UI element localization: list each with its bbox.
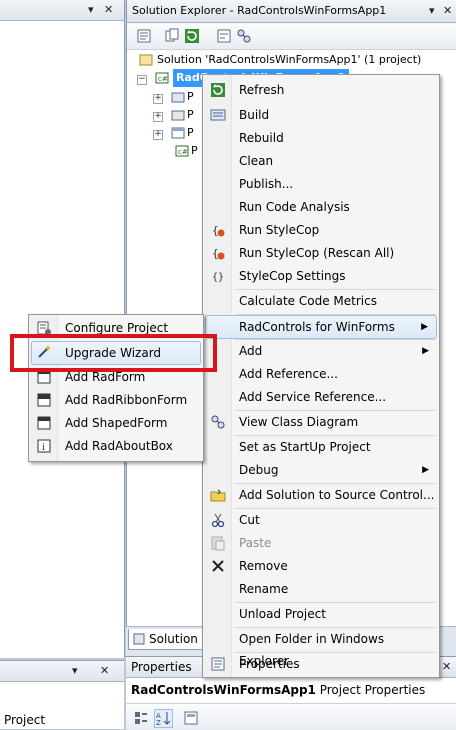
tree-child-label[interactable]: P <box>187 124 194 142</box>
menu-item-paste[interactable]: Paste <box>205 532 437 554</box>
property-pages-icon[interactable] <box>182 709 201 728</box>
build-icon <box>210 107 226 123</box>
shaped-form-icon <box>36 415 52 431</box>
project-tab-label[interactable]: Project <box>4 713 45 727</box>
properties-icon[interactable] <box>135 27 154 46</box>
menu-item-refresh[interactable]: Refresh <box>205 79 437 101</box>
highlight-annotation-box <box>10 334 217 372</box>
left-bottom-close-button[interactable]: ✕ <box>100 661 109 681</box>
references-expand-toggle[interactable]: + <box>153 112 163 122</box>
svg-text:Z: Z <box>156 719 161 726</box>
left-panel-close-button[interactable]: ✕ <box>104 0 113 20</box>
refresh-icon[interactable] <box>183 27 202 46</box>
properties-object-selector[interactable]: RadControlsWinFormsApp1 Project Properti… <box>131 683 425 697</box>
solution-explorer-dropdown-button[interactable]: ▾ <box>429 1 435 21</box>
form-file-icon <box>171 127 185 139</box>
references-icon <box>171 109 185 121</box>
left-bottom-panel: ▾ ✕ Project <box>0 660 124 729</box>
left-bottom-titlebar: ▾ ✕ <box>0 661 124 682</box>
svg-text:{}: {} <box>212 272 224 283</box>
menu-item-run-stylecop[interactable]: { Run StyleCop <box>205 219 437 241</box>
info-icon: i <box>36 438 52 454</box>
menu-item-add[interactable]: Add ▶ <box>205 340 437 362</box>
svg-text:{: { <box>212 247 219 260</box>
scissors-icon <box>210 512 226 528</box>
svg-text:c#: c# <box>178 148 188 156</box>
refresh-icon <box>210 82 226 98</box>
submenu-item-add-shapedform[interactable]: Add ShapedForm <box>31 412 201 434</box>
categorized-icon[interactable] <box>132 709 151 728</box>
tab-solution-explorer-label: Solution E <box>149 632 210 646</box>
solution-explorer-title: Solution Explorer - RadControlsWinFormsA… <box>132 4 387 17</box>
properties-title: Properties <box>131 660 192 674</box>
properties-close-button[interactable]: ✕ <box>442 657 451 677</box>
solution-node-label[interactable]: Solution 'RadControlsWinFormsApp1' (1 pr… <box>157 51 421 69</box>
properties-folder-icon <box>171 91 185 103</box>
menu-item-radcontrols-winforms[interactable]: RadControls for WinForms ▶ <box>205 315 437 339</box>
menu-item-calculate-code-metrics[interactable]: Calculate Code Metrics <box>205 290 437 312</box>
view-code-icon[interactable] <box>215 27 234 46</box>
properties-object-type: Project Properties <box>319 683 426 697</box>
source-control-icon <box>210 487 226 503</box>
menu-item-run-stylecop-rescan[interactable]: { Run StyleCop (Rescan All) <box>205 242 437 264</box>
svg-text:c#: c# <box>158 75 168 83</box>
tree-child-label[interactable]: P <box>187 88 194 106</box>
alphabetical-icon[interactable]: AZ <box>154 709 173 728</box>
solution-explorer-tab-icon <box>133 633 145 645</box>
form-expand-toggle[interactable]: + <box>153 130 163 140</box>
tree-child-label[interactable]: P <box>187 106 194 124</box>
solution-icon <box>139 54 153 66</box>
menu-item-run-code-analysis[interactable]: Run Code Analysis <box>205 196 437 218</box>
submenu-arrow-icon: ▶ <box>422 465 429 475</box>
menu-item-view-class-diagram[interactable]: View Class Diagram <box>205 411 437 433</box>
menu-item-rebuild[interactable]: Rebuild <box>205 127 437 149</box>
left-bottom-dropdown-button[interactable]: ▾ <box>72 661 78 681</box>
menu-item-debug[interactable]: Debug ▶ <box>205 459 437 481</box>
svg-text:{: { <box>212 224 219 237</box>
menu-item-unload-project[interactable]: Unload Project <box>205 603 437 625</box>
cs-file-icon: c# <box>175 145 189 157</box>
properties-toolbar: AZ <box>126 703 456 730</box>
menu-item-add-service-reference[interactable]: Add Service Reference... <box>205 386 437 408</box>
submenu-item-add-radaboutbox[interactable]: i Add RadAboutBox <box>31 435 201 457</box>
menu-item-publish[interactable]: Publish... <box>205 173 437 195</box>
menu-item-add-solution-source-control[interactable]: Add Solution to Source Control... <box>205 484 437 506</box>
class-diagram-icon <box>210 414 226 430</box>
menu-item-properties[interactable]: Properties <box>205 653 437 675</box>
menu-item-rename[interactable]: Rename <box>205 578 437 600</box>
menu-item-add-reference[interactable]: Add Reference... <box>205 363 437 385</box>
left-panel-titlebar: ▾ ✕ <box>0 0 124 21</box>
remove-x-icon <box>210 558 226 574</box>
stylecop-icon: { <box>210 222 226 238</box>
braces-icon: {} <box>210 268 226 284</box>
show-all-files-icon[interactable] <box>163 27 182 46</box>
properties-object-name: RadControlsWinFormsApp1 <box>131 683 316 697</box>
project-context-menu: Refresh Build Rebuild Clean Publish... R… <box>202 74 440 678</box>
properties-icon <box>210 656 226 672</box>
project-collapse-toggle[interactable]: − <box>137 75 147 85</box>
solution-explorer-titlebar: Solution Explorer - RadControlsWinFormsA… <box>127 0 456 23</box>
stylecop-rescan-icon: { <box>210 245 226 261</box>
menu-item-stylecop-settings[interactable]: {} StyleCop Settings <box>205 265 437 287</box>
submenu-arrow-icon: ▶ <box>421 322 428 332</box>
tree-child-label[interactable]: P <box>191 142 198 160</box>
menu-item-set-startup-project[interactable]: Set as StartUp Project <box>205 436 437 458</box>
submenu-arrow-icon: ▶ <box>422 346 429 356</box>
menu-item-build[interactable]: Build <box>205 104 437 126</box>
menu-item-open-folder[interactable]: Open Folder in Windows Explorer <box>205 628 437 668</box>
paste-icon <box>210 535 226 551</box>
menu-item-clean[interactable]: Clean <box>205 150 437 172</box>
solution-explorer-toolbar <box>127 23 456 50</box>
menu-item-remove[interactable]: Remove <box>205 555 437 577</box>
svg-text:i: i <box>42 443 45 453</box>
ribbon-form-icon <box>36 392 52 408</box>
left-panel-dropdown-button[interactable]: ▾ <box>88 0 94 20</box>
submenu-item-add-radribbonform[interactable]: Add RadRibbonForm <box>31 389 201 411</box>
properties-expand-toggle[interactable]: + <box>153 94 163 104</box>
tab-solution-explorer[interactable]: Solution E <box>128 629 209 650</box>
solution-explorer-close-button[interactable]: ✕ <box>443 1 452 21</box>
class-diagram-icon[interactable] <box>235 27 254 46</box>
menu-item-cut[interactable]: Cut <box>205 509 437 531</box>
csharp-project-icon: c# <box>155 72 169 84</box>
